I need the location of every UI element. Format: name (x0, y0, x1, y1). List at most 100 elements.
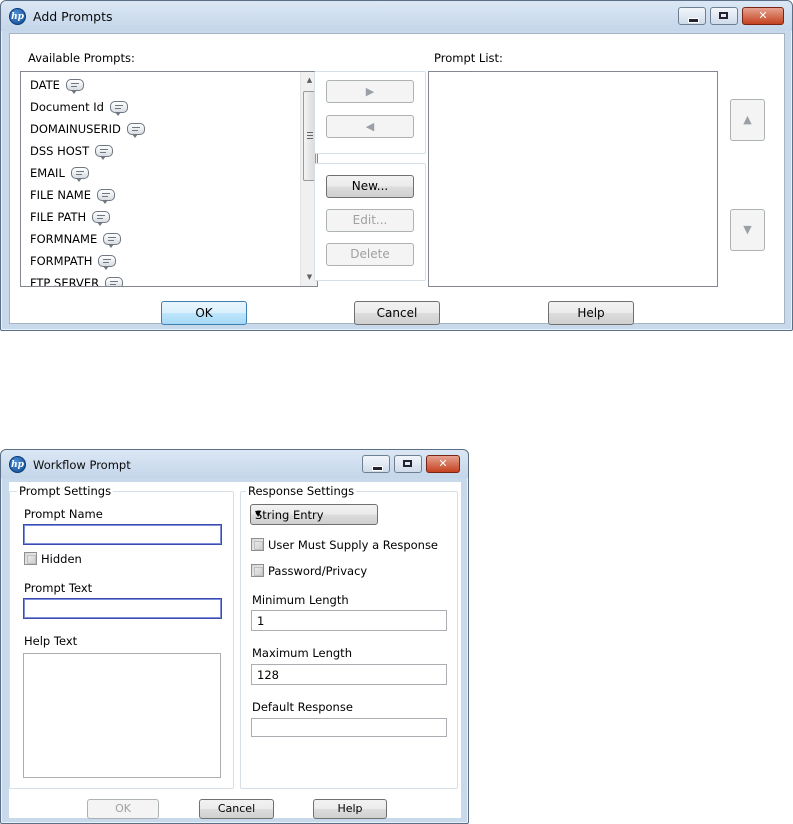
arrow-up-icon: ▲ (743, 113, 752, 126)
prompt-text-label: Prompt Text (24, 581, 93, 595)
help-text-area[interactable] (23, 653, 221, 778)
close-icon: ✕ (758, 9, 768, 22)
prompt-settings-legend: Prompt Settings (17, 484, 114, 498)
user-must-supply-label: User Must Supply a Response (268, 538, 439, 552)
list-item[interactable]: DSS HOST (30, 144, 114, 160)
maximize-icon (403, 460, 412, 467)
list-item[interactable]: FORMPATH (30, 254, 117, 270)
list-item-label: DSS HOST (30, 144, 90, 158)
workflow-prompt-client: Prompt Settings Prompt Name Hidden Promp… (9, 482, 461, 818)
workflow-prompt-titlebar[interactable]: hp Workflow Prompt ✕ (1, 450, 468, 478)
list-item[interactable]: DATE (30, 78, 84, 94)
hidden-checkbox[interactable] (24, 552, 37, 565)
list-item[interactable]: FORMNAME (30, 232, 122, 248)
list-item[interactable]: DOMAINUSERID (30, 122, 145, 138)
workflow-prompt-window: hp Workflow Prompt ✕ Prompt Settings Pro… (0, 449, 469, 824)
default-response-input[interactable] (251, 718, 447, 737)
close-icon: ✕ (438, 457, 448, 470)
arrow-left-icon: ◀ (365, 120, 375, 133)
minimize-icon (372, 466, 383, 471)
list-item-label: FILE PATH (30, 210, 87, 224)
comment-bubble-icon (105, 277, 124, 286)
arrow-down-icon: ▼ (743, 223, 752, 236)
comment-bubble-icon (103, 233, 122, 248)
default-response-label: Default Response (252, 700, 353, 714)
prompt-list[interactable] (428, 71, 718, 287)
workflow-prompt-title: Workflow Prompt (33, 458, 131, 472)
maximum-length-value: 128 (257, 668, 279, 682)
delete-button[interactable]: Delete (326, 243, 414, 266)
comment-bubble-icon (92, 211, 111, 226)
prompt-list-label: Prompt List: (434, 51, 503, 65)
prompt-name-label: Prompt Name (24, 507, 103, 521)
edit-buttons-group: New... Edit... Delete (314, 163, 426, 281)
help-button[interactable]: Help (313, 799, 387, 819)
comment-bubble-icon (65, 79, 84, 94)
hidden-label: Hidden (41, 552, 82, 566)
move-buttons-group: ▶ ◀ (314, 71, 426, 154)
available-prompts-label: Available Prompts: (28, 51, 135, 65)
arrow-right-icon: ▶ (365, 85, 375, 98)
prompt-name-input[interactable] (23, 524, 222, 545)
prompt-text-input[interactable] (23, 598, 222, 619)
add-prompts-client: Available Prompts: Prompt List: DATE Doc… (9, 33, 785, 324)
comment-bubble-icon (126, 123, 145, 138)
comment-bubble-icon (109, 101, 128, 116)
comment-bubble-icon (98, 255, 117, 270)
minimum-length-input[interactable]: 1 (251, 610, 447, 631)
user-must-supply-checkbox[interactable] (251, 538, 264, 551)
minimum-length-value: 1 (257, 614, 265, 628)
list-item[interactable]: EMAIL (30, 166, 89, 182)
new-button[interactable]: New... (326, 175, 414, 198)
list-item[interactable]: FILE NAME (30, 188, 115, 204)
ok-button[interactable]: OK (87, 799, 159, 819)
move-up-button[interactable]: ▲ (730, 99, 765, 141)
list-item-label: DATE (30, 78, 60, 92)
minimum-length-label: Minimum Length (252, 593, 349, 607)
list-item-label: EMAIL (30, 166, 65, 180)
ok-button[interactable]: OK (161, 301, 247, 325)
list-item-label: FILE NAME (30, 188, 91, 202)
help-text-label: Help Text (24, 634, 78, 648)
list-item-label: FORMPATH (30, 254, 93, 268)
list-item-label: FORMNAME (30, 232, 98, 246)
remove-from-list-button[interactable]: ◀ (326, 115, 414, 138)
response-settings-group (240, 491, 458, 789)
dropdown-arrow-icon: ▼ (255, 509, 262, 518)
available-prompts-list[interactable]: DATE Document Id DOMAINUSERID DSS HOST E… (20, 71, 318, 287)
comment-bubble-icon (97, 189, 115, 204)
cancel-button[interactable]: Cancel (354, 301, 440, 325)
comment-bubble-icon (95, 145, 114, 160)
list-item-label: FTP SERVER (30, 276, 100, 287)
maximize-button[interactable] (394, 455, 422, 473)
hp-logo-icon: hp (9, 456, 26, 473)
close-button[interactable]: ✕ (426, 455, 460, 473)
password-privacy-checkbox[interactable] (251, 564, 264, 577)
list-item-label: DOMAINUSERID (30, 122, 121, 136)
add-prompts-title: Add Prompts (33, 9, 113, 24)
minimize-button[interactable] (678, 7, 706, 25)
maximize-icon (719, 12, 728, 19)
minimize-icon (688, 18, 699, 23)
list-item[interactable]: FTP SERVER (30, 276, 124, 287)
hp-logo-icon: hp (9, 8, 26, 25)
comment-bubble-icon (70, 167, 89, 182)
response-type-select[interactable]: String Entry ▼ (250, 504, 378, 525)
edit-button[interactable]: Edit... (326, 209, 414, 232)
move-down-button[interactable]: ▼ (730, 209, 765, 251)
help-button[interactable]: Help (548, 301, 634, 325)
maximize-button[interactable] (710, 7, 738, 25)
response-settings-legend: Response Settings (246, 484, 357, 498)
add-to-list-button[interactable]: ▶ (326, 80, 414, 103)
add-prompts-window: hp Add Prompts ✕ Available Prompts: Prom… (0, 0, 793, 331)
maximum-length-input[interactable]: 128 (251, 664, 447, 685)
cancel-button[interactable]: Cancel (199, 799, 274, 819)
list-item[interactable]: FILE PATH (30, 210, 111, 226)
close-button[interactable]: ✕ (742, 7, 784, 25)
password-privacy-label: Password/Privacy (268, 564, 368, 578)
maximum-length-label: Maximum Length (252, 646, 352, 660)
add-prompts-titlebar[interactable]: hp Add Prompts ✕ (1, 1, 792, 31)
list-item-label: Document Id (30, 100, 104, 114)
list-item[interactable]: Document Id (30, 100, 128, 116)
minimize-button[interactable] (362, 455, 390, 473)
